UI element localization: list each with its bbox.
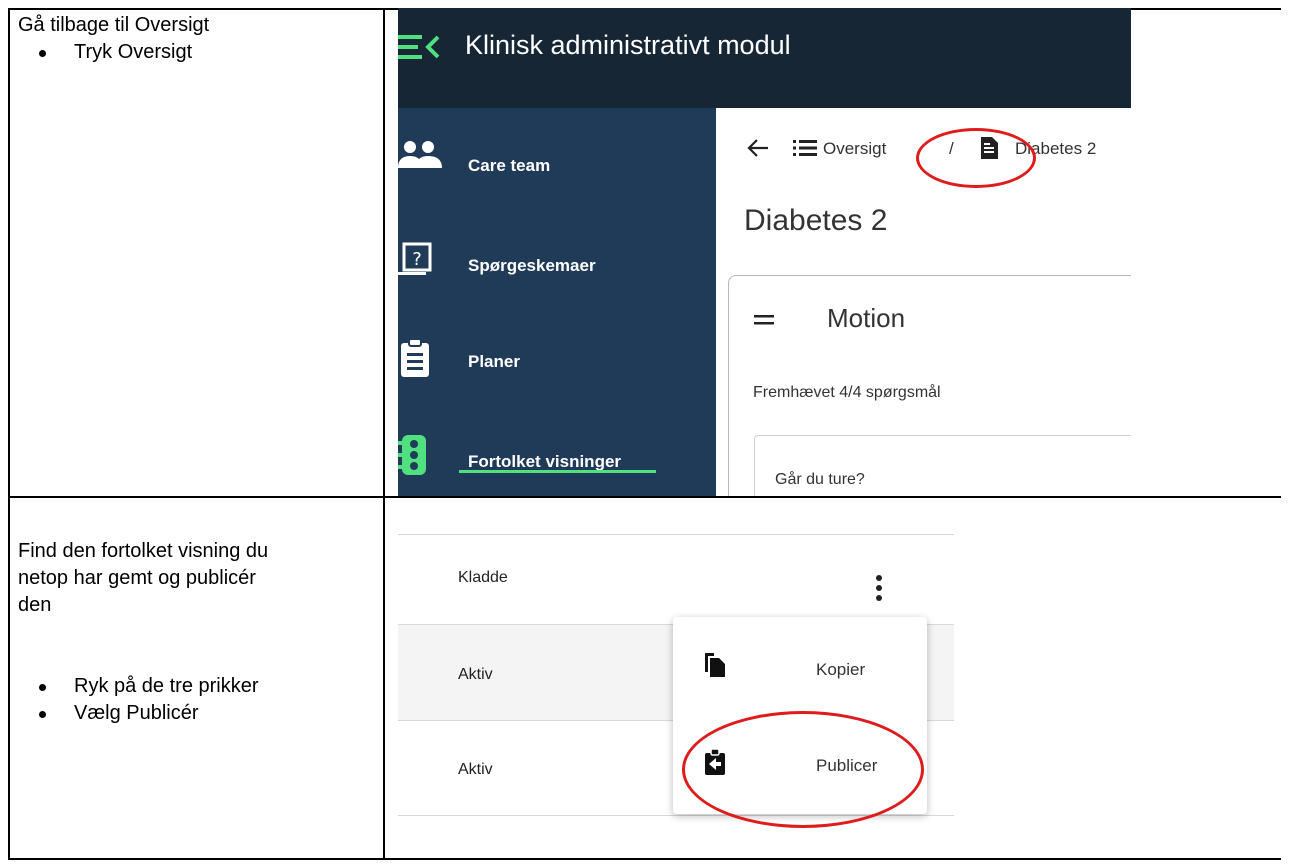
sidebar-item-label: Spørgeskemaer [468,256,596,275]
clipboard-icon [401,339,429,377]
more-vert-icon[interactable] [875,575,883,601]
table-border-left [8,8,10,860]
sidebar-item-interpreted-views[interactable]: Fortolket visninger [398,434,716,494]
question-item[interactable]: Går du ture? [754,435,1131,496]
row1-instructions: Gå tilbage til Oversigt Tryk Oversigt [18,12,378,66]
list-icon [793,140,817,156]
row-status: Aktiv [458,666,493,683]
question-icon: ? [398,242,432,275]
screenshot-admin-module: Klinisk administrativt modul Care team ?… [398,8,1131,496]
row1-bullet-list: Tryk Oversigt [18,39,378,66]
drag-handle-icon[interactable] [754,315,774,325]
row2-title-line: Find den fortolket visning du [18,540,269,562]
row-status: Kladde [458,569,508,586]
traffic-light-icon [398,435,426,475]
row2-instructions: Find den fortolket visning du netop har … [18,538,378,727]
row-status: Aktiv [458,761,493,778]
row2-bullet: Vælg Publicér [18,700,378,727]
sidebar-item-plans[interactable]: Planer [398,336,716,396]
sidebar-item-questionnaires[interactable]: ? Spørgeskemaer [398,236,716,296]
table-border-middle [8,496,1281,498]
row2-bullet-list: Ryk på de tre prikker Vælg Publicér [18,673,378,727]
highlight-circle [682,711,924,828]
people-icon [398,141,442,168]
copy-icon [705,653,725,677]
sidebar-item-label: Planer [468,352,520,371]
table-row: Kladde [398,535,954,625]
section-subtitle: Fremhævet 4/4 spørgsmål [753,384,941,401]
question-text: Går du ture? [775,471,865,488]
row1-bullet: Tryk Oversigt [18,39,378,66]
app-title: Klinisk administrativt modul [465,30,791,60]
table-border-divider [383,8,385,860]
row2-title-line: netop har gemt og publicér [18,567,256,589]
row2-bullet: Ryk på de tre prikker [18,673,378,700]
sidebar-item-label: Fortolket visninger [468,452,622,471]
page-title: Diabetes 2 [744,204,888,237]
section-card: Motion Fremhævet 4/4 spørgsmål Går du tu… [728,275,1131,496]
screenshot-row-menu: Kladde Aktiv Aktiv Kopier Publicer [398,530,954,830]
breadcrumb-overview-link[interactable]: Oversigt [823,139,886,159]
menu-collapse-icon[interactable] [398,32,442,62]
sidebar: Care team ? Spørgeskemaer Planer Fortolk… [398,108,716,496]
menu-item-label: Kopier [816,660,866,679]
svg-text:?: ? [412,249,422,270]
back-arrow-icon[interactable] [746,136,770,160]
row2-title-line: den [18,594,52,616]
row1-title: Gå tilbage til Oversigt [18,14,210,36]
sidebar-item-care-team[interactable]: Care team [398,136,716,196]
menu-item-copy[interactable]: Kopier [673,617,927,715]
app-top-bar: Klinisk administrativt modul [398,8,1131,108]
table-border-bottom [8,858,1281,860]
active-nav-indicator [459,470,656,473]
highlight-circle [916,128,1036,188]
section-title: Motion [827,303,906,333]
sidebar-item-label: Care team [468,156,551,175]
